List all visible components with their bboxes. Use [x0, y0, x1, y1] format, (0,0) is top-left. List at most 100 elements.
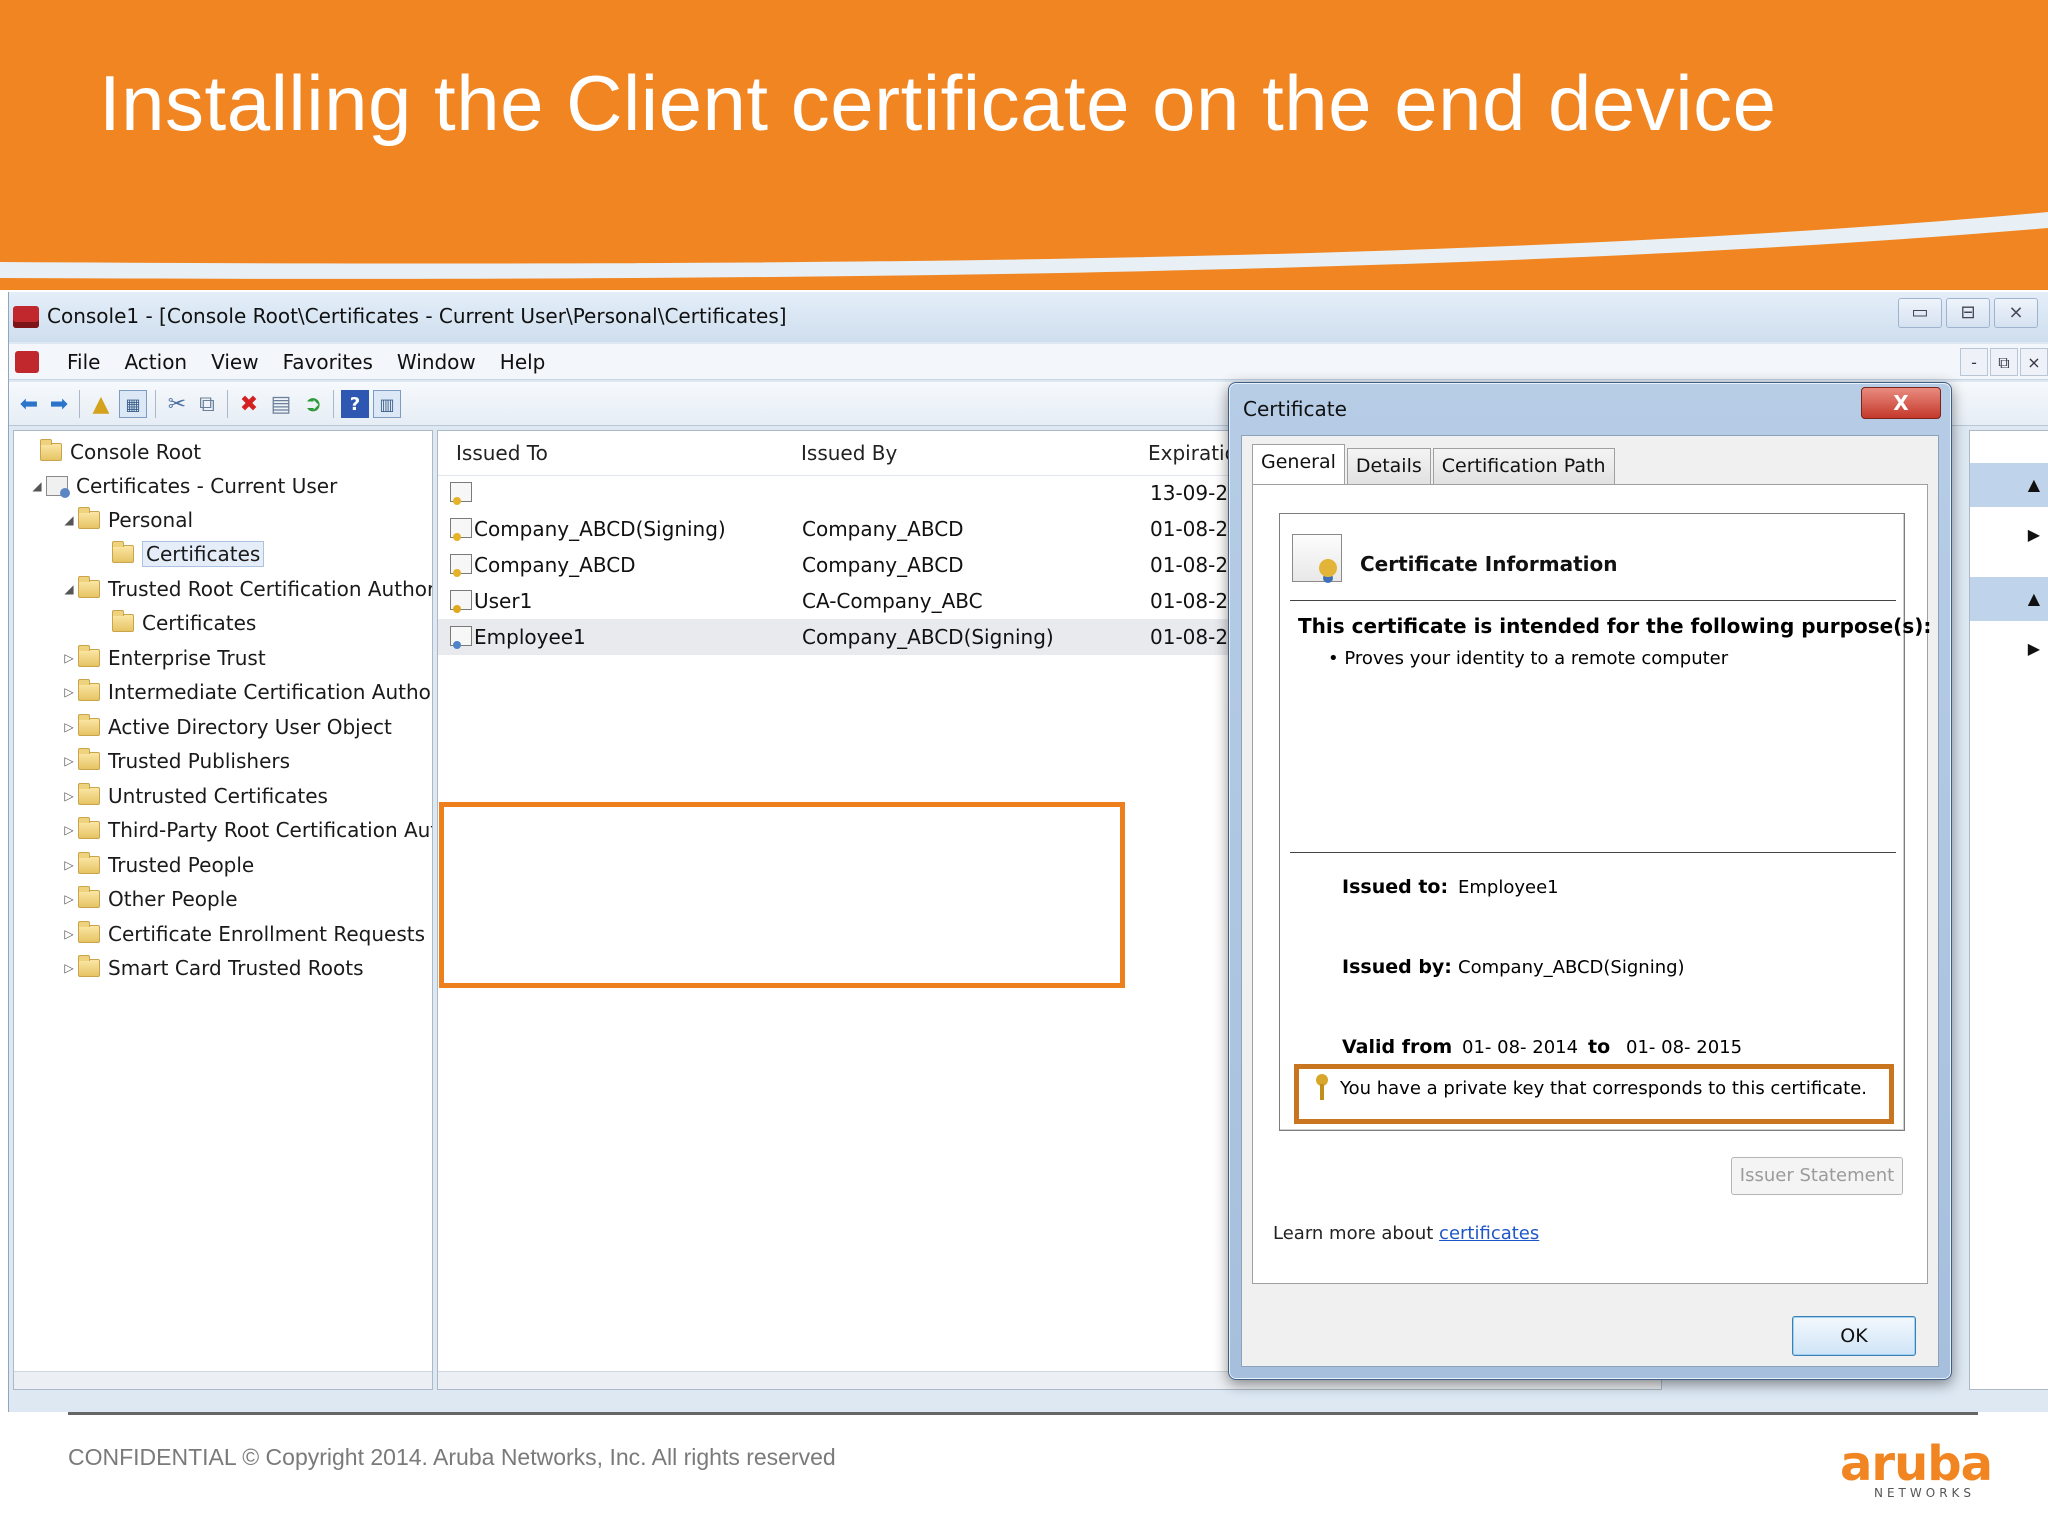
tree-item-certificates-current-user[interactable]: ◢ Certificates - Current User — [28, 471, 337, 501]
tree-horizontal-scrollbar[interactable] — [14, 1371, 432, 1389]
copy-icon[interactable]: ⧉ — [193, 390, 221, 418]
column-header-issued-by[interactable]: Issued By — [801, 441, 897, 465]
minimize-button[interactable]: ▭ — [1898, 298, 1942, 328]
collapse-arrow-icon[interactable]: ▷ — [60, 720, 78, 734]
divider — [1290, 600, 1896, 601]
ok-button[interactable]: OK — [1792, 1316, 1916, 1356]
cell-issued-to: Employee1 — [474, 625, 586, 649]
tree-item-trusted-root[interactable]: ◢ Trusted Root Certification Author — [60, 574, 432, 604]
tree-item-smart-card-roots[interactable]: ▷ Smart Card Trusted Roots — [60, 953, 364, 983]
menu-bar: File Action View Favorites Window Help -… — [9, 344, 2048, 380]
tree-item-enterprise-trust[interactable]: ▷ Enterprise Trust — [60, 643, 266, 673]
certificate-icon — [450, 518, 472, 541]
expand-arrow-icon[interactable]: ◢ — [28, 479, 46, 493]
collapse-arrow-icon[interactable]: ▷ — [60, 823, 78, 837]
collapse-arrow-icon[interactable]: ▷ — [60, 685, 78, 699]
properties-icon[interactable]: ▤ — [267, 390, 295, 418]
tree-item-third-party-root[interactable]: ▷ Third-Party Root Certification Aut — [60, 815, 432, 845]
tree-item-trusted-root-certificates[interactable]: Certificates — [94, 608, 256, 638]
cell-issued-by: Company_ABCD — [802, 517, 964, 541]
help-icon[interactable]: ? — [341, 390, 369, 418]
private-key-note: You have a private key that corresponds … — [1340, 1078, 1867, 1099]
column-header-issued-to[interactable]: Issued To — [456, 441, 548, 465]
folder-icon — [78, 886, 100, 908]
folder-icon — [78, 576, 100, 598]
toolbar-separator — [333, 390, 334, 418]
tab-certification-path[interactable]: Certification Path — [1432, 448, 1615, 484]
collapse-arrow-icon[interactable]: ▷ — [60, 961, 78, 975]
up-folder-icon[interactable]: ▲ — [87, 390, 115, 418]
tree-item-label: Certificates - Current User — [76, 474, 338, 498]
purpose-heading: This certificate is intended for the fol… — [1298, 614, 1932, 638]
tree-item-label: Other People — [108, 887, 238, 911]
mdi-minimize-button[interactable]: - — [1960, 348, 1988, 376]
maximize-button[interactable]: ⊟ — [1946, 298, 1990, 328]
expand-arrow-icon[interactable]: ◢ — [60, 513, 78, 527]
collapse-up-icon[interactable]: ▲ — [2028, 475, 2040, 494]
issuer-statement-button[interactable]: Issuer Statement — [1731, 1157, 1903, 1195]
collapse-arrow-icon[interactable]: ▷ — [60, 789, 78, 803]
menu-help[interactable]: Help — [488, 344, 558, 380]
tree-item-active-directory[interactable]: ▷ Active Directory User Object — [60, 712, 392, 742]
back-arrow-icon[interactable]: ⬅ — [15, 390, 43, 418]
cell-issued-by: CA-Company_ABC — [802, 589, 983, 613]
tree-item-untrusted[interactable]: ▷ Untrusted Certificates — [60, 781, 328, 811]
cell-issued-to: User1 — [474, 589, 533, 613]
tree-item-intermediate[interactable]: ▷ Intermediate Certification Author — [60, 677, 432, 707]
certificate-info-box: Certificate Information This certificate… — [1279, 513, 1931, 1131]
tab-details[interactable]: Details — [1346, 448, 1431, 484]
tree-item-personal-certificates[interactable]: Certificates — [94, 539, 265, 569]
mdi-close-button[interactable]: × — [2020, 348, 2048, 376]
tree-item-enrollment-requests[interactable]: ▷ Certificate Enrollment Requests — [60, 919, 425, 949]
menu-action[interactable]: Action — [112, 344, 199, 380]
export-icon[interactable]: ➲ — [299, 390, 327, 418]
more-actions-arrow-icon[interactable]: ▶ — [2028, 639, 2040, 658]
toolbar-separator — [79, 390, 80, 418]
mdi-restore-button[interactable]: ⧉ — [1990, 348, 2018, 376]
folder-icon — [78, 783, 100, 805]
dialog-tabs: General Details Certification Path — [1252, 444, 1617, 484]
collapse-arrow-icon[interactable]: ▷ — [60, 651, 78, 665]
menu-view[interactable]: View — [199, 344, 270, 380]
collapse-arrow-icon[interactable]: ▷ — [60, 892, 78, 906]
tree-item-personal[interactable]: ◢ Personal — [60, 505, 193, 535]
delete-icon[interactable]: ✖ — [235, 390, 263, 418]
forward-arrow-icon[interactable]: ➡ — [45, 390, 73, 418]
tree-item-console-root[interactable]: Console Root — [22, 437, 201, 467]
more-actions-arrow-icon[interactable]: ▶ — [2028, 525, 2040, 544]
dialog-body: General Details Certification Path Certi… — [1241, 435, 1939, 1367]
dialog-close-button[interactable]: X — [1861, 387, 1941, 419]
certificate-store-icon — [46, 476, 70, 498]
valid-to-label: to — [1588, 1036, 1611, 1058]
menu-favorites[interactable]: Favorites — [271, 344, 385, 380]
show-hide-tree-icon[interactable]: ▦ — [119, 390, 147, 418]
issued-to-value: Employee1 — [1458, 877, 1559, 898]
window-controls: ▭ ⊟ ⨯ — [1898, 298, 2038, 328]
tree-item-trusted-publishers[interactable]: ▷ Trusted Publishers — [60, 746, 290, 776]
collapse-arrow-icon[interactable]: ▷ — [60, 858, 78, 872]
learn-more-text: Learn more about certificates — [1273, 1223, 1539, 1244]
tree-item-label-selected: Certificates — [142, 541, 265, 567]
menu-window[interactable]: Window — [385, 344, 488, 380]
mmc-menu-icon[interactable] — [15, 351, 39, 373]
folder-icon — [78, 748, 100, 770]
collapse-up-icon[interactable]: ▲ — [2028, 589, 2040, 608]
mdi-controls: - ⧉ × — [1960, 348, 2048, 376]
menu-file[interactable]: File — [55, 344, 112, 380]
expand-arrow-icon[interactable]: ◢ — [60, 582, 78, 596]
collapse-arrow-icon[interactable]: ▷ — [60, 754, 78, 768]
valid-to-value: 01- 08- 2015 — [1626, 1037, 1743, 1058]
cut-icon[interactable]: ✂ — [163, 390, 191, 418]
certificates-link[interactable]: certificates — [1439, 1223, 1539, 1244]
window-titlebar: Console1 - [Console Root\Certificates - … — [9, 292, 2048, 342]
window-title: Console1 - [Console Root\Certificates - … — [47, 304, 787, 328]
tab-general[interactable]: General — [1252, 444, 1345, 484]
show-action-pane-icon[interactable]: ▥ — [373, 390, 401, 418]
tree-item-trusted-people[interactable]: ▷ Trusted People — [60, 850, 254, 880]
collapse-arrow-icon[interactable]: ▷ — [60, 927, 78, 941]
close-window-button[interactable]: ⨯ — [1994, 298, 2038, 328]
tree-item-label: Enterprise Trust — [108, 646, 266, 670]
tree-item-other-people[interactable]: ▷ Other People — [60, 884, 238, 914]
issued-by-label: Issued by: — [1342, 956, 1452, 978]
toolbar-separator — [227, 390, 228, 418]
